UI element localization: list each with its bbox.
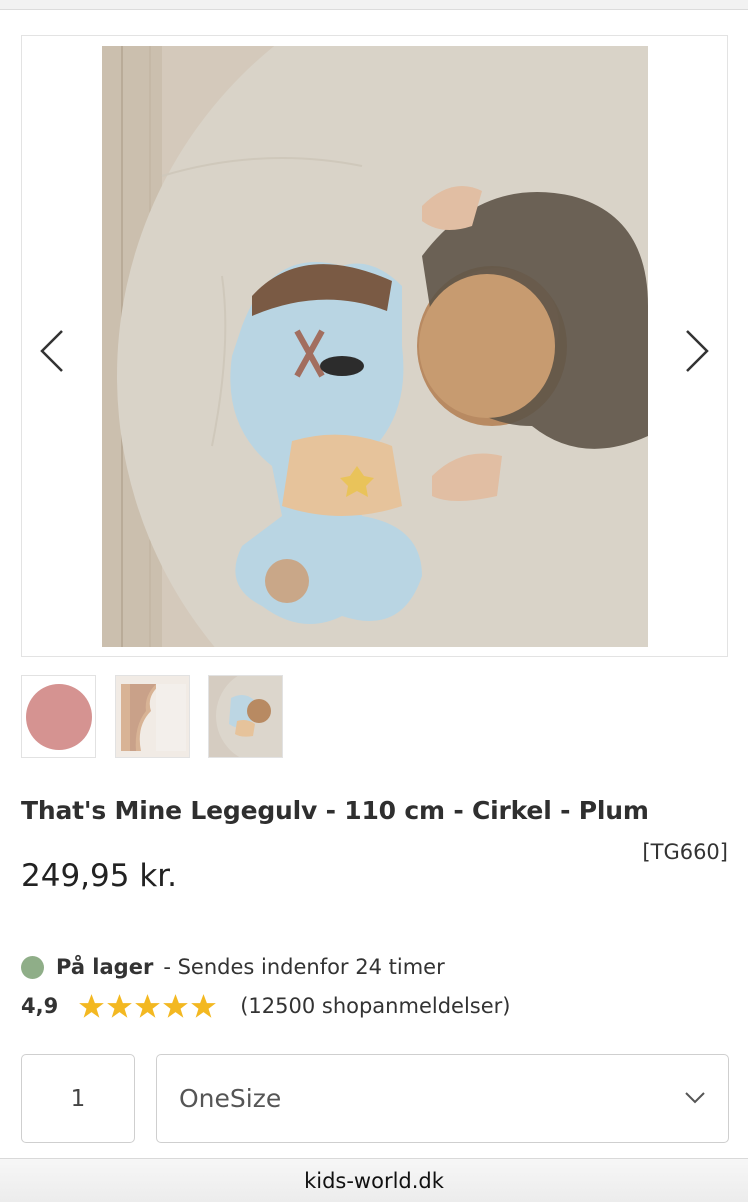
chevron-left-icon (40, 330, 63, 372)
thumbnail-pink-circle-mat[interactable] (21, 675, 96, 758)
gallery-prev-button[interactable] (32, 321, 72, 381)
browser-address-bar[interactable]: kids-world.dk (0, 1158, 748, 1202)
in-stock-dot-icon (21, 955, 44, 979)
star-icon (79, 993, 105, 1018)
thumbnail-child-playing[interactable] (208, 675, 283, 758)
gallery-next-button[interactable] (677, 321, 717, 381)
star-icon (191, 993, 217, 1018)
product-price: 249,95 kr. (21, 858, 178, 894)
product-main-image[interactable] (102, 46, 648, 647)
star-icon (107, 993, 133, 1018)
chevron-down-icon (685, 1092, 705, 1104)
review-count: (12500 shopanmeldelser) (240, 994, 511, 1018)
rating-stars (78, 993, 218, 1020)
chevron-right-icon (686, 330, 709, 372)
star-icon (135, 993, 161, 1018)
stock-label: På lager (56, 955, 154, 979)
shop-rating[interactable]: 4,9 (12500 shopanmeldelser) (21, 990, 510, 1022)
product-sku: [TG660] (642, 840, 728, 864)
size-select[interactable]: OneSize (156, 1054, 729, 1143)
quantity-value: 1 (70, 1085, 86, 1112)
browser-top-bar (0, 0, 748, 10)
stock-status: På lager - Sendes indenfor 24 timer (21, 952, 445, 982)
rating-value: 4,9 (21, 994, 59, 1018)
quantity-input[interactable]: 1 (21, 1054, 135, 1143)
shipping-info: - Sendes indenfor 24 timer (163, 955, 445, 979)
product-title: That's Mine Legegulv - 110 cm - Cirkel -… (21, 796, 649, 825)
star-icon (163, 993, 189, 1018)
product-gallery (21, 35, 728, 657)
size-selected-value: OneSize (179, 1084, 282, 1113)
thumbnail-cloud-mat[interactable] (115, 675, 190, 758)
browser-url: kids-world.dk (304, 1168, 444, 1193)
